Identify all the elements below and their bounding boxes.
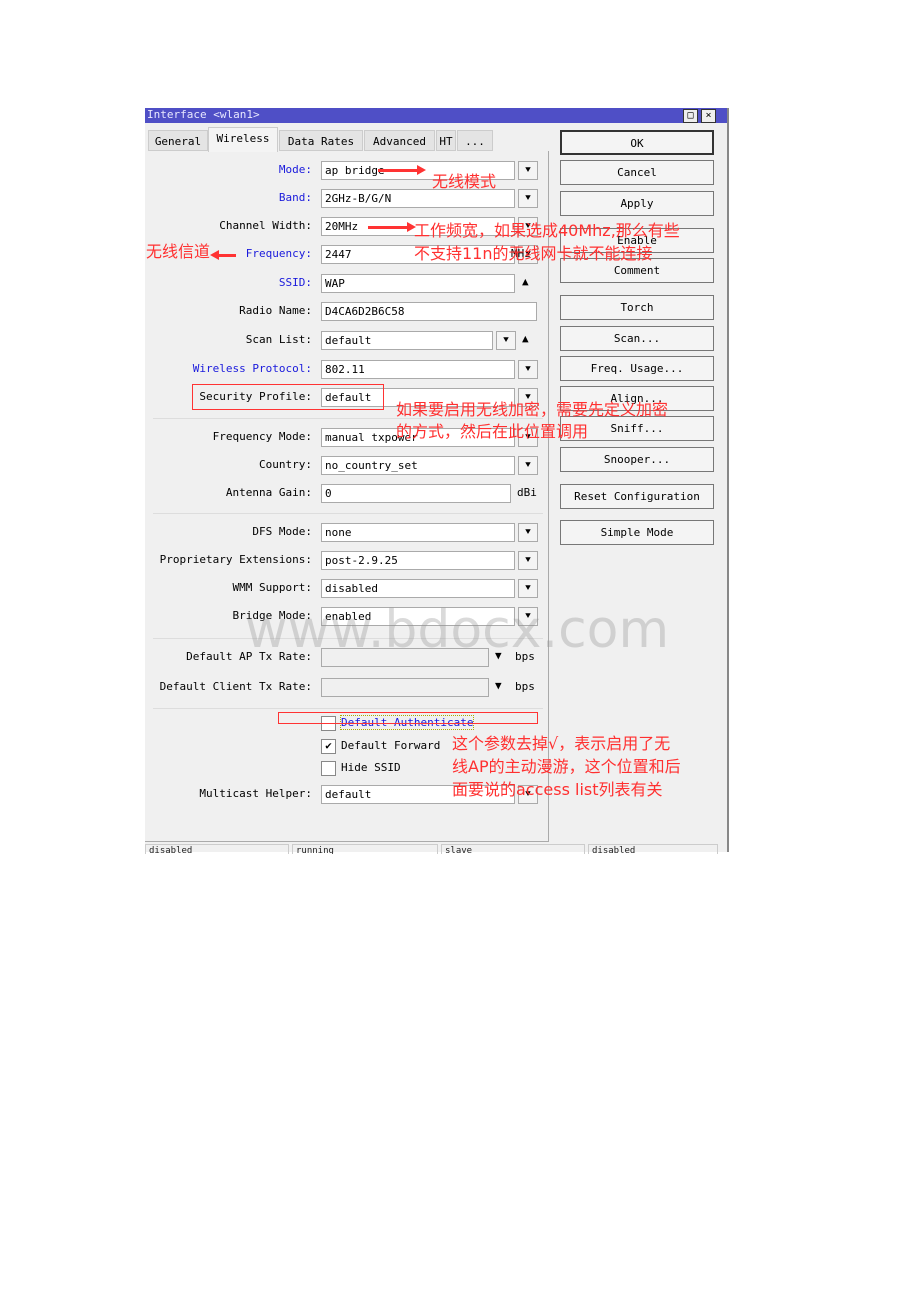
- snooper-button[interactable]: Snooper...: [560, 447, 714, 472]
- country-dropdown-button[interactable]: ⯆: [518, 456, 538, 475]
- ssid-input[interactable]: WAP: [321, 274, 515, 293]
- wireless-protocol-input[interactable]: 802.11: [321, 360, 515, 379]
- mode-dropdown-button[interactable]: ⯆: [518, 161, 538, 180]
- annotation-arrow: [368, 222, 416, 232]
- simple-mode-button[interactable]: Simple Mode: [560, 520, 714, 545]
- section-divider: [153, 708, 543, 709]
- dfs-mode-label: DFS Mode:: [252, 525, 312, 538]
- default-client-tx-rate-label: Default Client Tx Rate:: [159, 680, 312, 693]
- freq-usage-button[interactable]: Freq. Usage...: [560, 356, 714, 381]
- dfs-mode-input[interactable]: none: [321, 523, 515, 542]
- status-field: slave: [441, 844, 585, 854]
- wmm-support-input[interactable]: disabled: [321, 579, 515, 598]
- highlight-default-authenticate: [278, 712, 538, 724]
- frequency-mode-label: Frequency Mode:: [212, 430, 312, 443]
- tab-advanced[interactable]: Advanced: [364, 130, 435, 151]
- minimize-button[interactable]: □: [683, 109, 698, 123]
- scan-button[interactable]: Scan...: [560, 326, 714, 351]
- default-forward-label: Default Forward: [341, 739, 441, 752]
- channel-width-label: Channel Width:: [219, 219, 312, 232]
- hide-ssid-checkbox[interactable]: [321, 761, 336, 776]
- multicast-helper-label: Multicast Helper:: [199, 787, 312, 800]
- wmm-support-label: WMM Support:: [232, 581, 312, 594]
- proprietary-extensions-label: Proprietary Extensions:: [159, 553, 312, 566]
- tab-wireless[interactable]: Wireless: [208, 127, 278, 152]
- wmm-support-dropdown-button[interactable]: ⯆: [518, 579, 538, 598]
- status-field: running: [292, 844, 438, 854]
- country-label: Country:: [259, 458, 312, 471]
- annotation-authenticate-3: 面要说的access list列表有关: [452, 780, 663, 799]
- hide-ssid-label: Hide SSID: [341, 761, 401, 774]
- close-button[interactable]: ×: [701, 109, 716, 123]
- tab-general[interactable]: General: [148, 130, 208, 151]
- section-divider: [153, 513, 543, 514]
- annotation-channel-width-1: 工作频宽，如果选成40Mhz,那么有些: [414, 221, 680, 240]
- torch-button[interactable]: Torch: [560, 295, 714, 320]
- annotation-authenticate-2: 线AP的主动漫游，这个位置和后: [452, 757, 681, 776]
- wireless-protocol-label: Wireless Protocol:: [192, 362, 312, 375]
- collapse-icon[interactable]: ▲: [522, 332, 529, 345]
- ok-button[interactable]: OK: [560, 130, 714, 155]
- annotation-frequency: 无线信道: [146, 242, 211, 261]
- radio-name-label: Radio Name:: [239, 304, 312, 317]
- band-dropdown-button[interactable]: ⯆: [518, 189, 538, 208]
- wireless-protocol-dropdown-button[interactable]: ⯆: [518, 360, 538, 379]
- annotation-arrow: [210, 250, 236, 260]
- antenna-gain-unit: dBi: [517, 486, 537, 499]
- scan-list-input[interactable]: default: [321, 331, 493, 350]
- dfs-mode-dropdown-button[interactable]: ⯆: [518, 523, 538, 542]
- highlight-security-profile: [192, 384, 384, 410]
- scan-list-label: Scan List:: [245, 333, 312, 346]
- scan-list-dropdown-button[interactable]: ⯆: [496, 331, 516, 350]
- antenna-gain-label: Antenna Gain:: [225, 486, 312, 499]
- proprietary-extensions-input[interactable]: post-2.9.25: [321, 551, 515, 570]
- watermark: www.bdocx.com: [245, 600, 670, 660]
- tab-data-rates[interactable]: Data Rates: [279, 130, 363, 151]
- tab-[interactable]: ...: [457, 130, 493, 151]
- annotation-mode: 无线模式: [432, 172, 497, 191]
- apply-button[interactable]: Apply: [560, 191, 714, 216]
- cancel-button[interactable]: Cancel: [560, 160, 714, 185]
- annotation-authenticate-1: 这个参数去掉√，表示启用了无: [452, 734, 671, 753]
- proprietary-extensions-dropdown-button[interactable]: ⯆: [518, 551, 538, 570]
- tab-ht[interactable]: HT: [436, 130, 456, 151]
- annotation-channel-width-2: 不支持11n的无线网卡就不能连接: [414, 244, 653, 263]
- default-forward-checkbox[interactable]: ✔: [321, 739, 336, 754]
- default-client-tx-rate-unit: bps: [515, 680, 535, 693]
- collapse-icon[interactable]: ▲: [522, 275, 529, 288]
- reset-configuration-button[interactable]: Reset Configuration: [560, 484, 714, 509]
- frequency-label: Frequency:: [245, 247, 312, 260]
- country-input[interactable]: no_country_set: [321, 456, 515, 475]
- annotation-security-1: 如果要启用无线加密，需要先定义加密: [396, 400, 669, 419]
- status-field: disabled: [145, 844, 289, 854]
- band-label: Band:: [278, 191, 312, 204]
- title-bar: Interface <wlan1> □ ×: [145, 108, 727, 123]
- mode-label: Mode:: [278, 163, 312, 176]
- annotation-security-2: 的方式，然后在此位置调用: [396, 422, 589, 441]
- dropdown-arrow-icon[interactable]: ▼: [495, 679, 502, 692]
- status-field: disabled: [588, 844, 718, 854]
- default-client-tx-rate-input[interactable]: [321, 678, 489, 697]
- annotation-arrow: [378, 165, 426, 175]
- radio-name-input[interactable]: D4CA6D2B6C58: [321, 302, 537, 321]
- window-title: Interface <wlan1>: [147, 108, 260, 121]
- ssid-label: SSID:: [278, 276, 312, 289]
- antenna-gain-input[interactable]: 0: [321, 484, 511, 503]
